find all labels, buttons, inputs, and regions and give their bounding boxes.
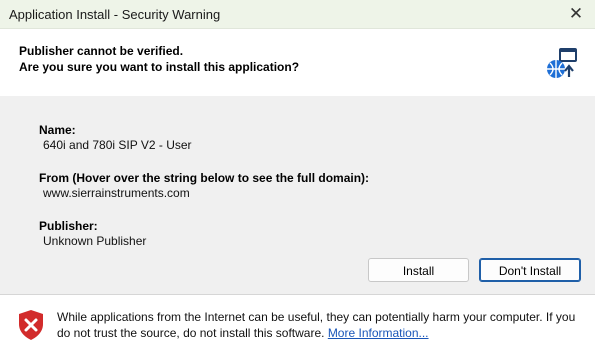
install-question: Are you sure you want to install this ap… <box>19 60 300 74</box>
header-text: Publisher cannot be verified. Are you su… <box>19 43 299 75</box>
warning-headline: Publisher cannot be verified. <box>19 44 184 58</box>
publisher-value: Unknown Publisher <box>43 234 147 248</box>
header-panel: Publisher cannot be verified. Are you su… <box>0 29 595 96</box>
footer-panel: While applications from the Internet can… <box>0 295 595 358</box>
title-bar[interactable]: Application Install - Security Warning ✕ <box>0 0 595 29</box>
dont-install-button[interactable]: Don't Install <box>479 258 581 282</box>
shield-x-icon <box>19 310 43 340</box>
publisher-label: Publisher: <box>39 219 98 233</box>
name-label: Name: <box>39 123 76 137</box>
install-button[interactable]: Install <box>368 258 469 282</box>
from-label: From (Hover over the string below to see… <box>39 171 370 185</box>
security-warning-text: While applications from the Internet can… <box>57 309 577 341</box>
globe-app-install-icon <box>547 48 577 78</box>
name-value: 640i and 780i SIP V2 - User <box>43 138 192 152</box>
close-button[interactable]: ✕ <box>563 2 589 26</box>
window-title: Application Install - Security Warning <box>9 7 221 22</box>
warning-message: While applications from the Internet can… <box>57 310 576 340</box>
from-value[interactable]: www.sierrainstruments.com <box>43 186 190 200</box>
more-information-link[interactable]: More Information... <box>328 326 429 340</box>
